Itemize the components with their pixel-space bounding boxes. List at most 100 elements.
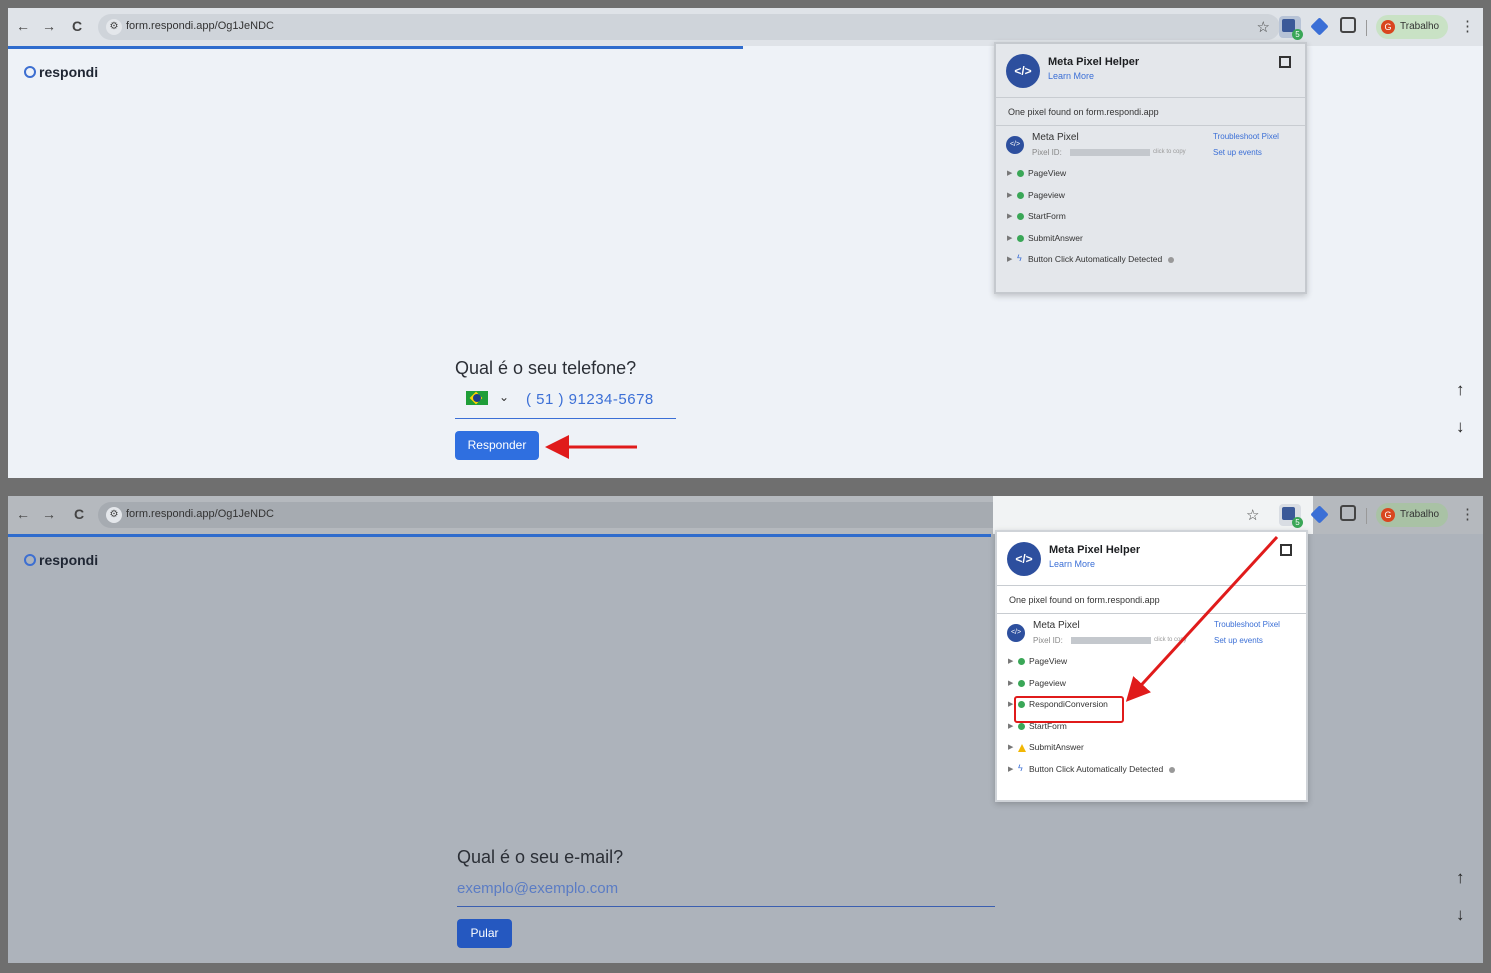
respondi-logo[interactable]: respondi (24, 552, 98, 568)
respondi-logo[interactable]: respondi (24, 64, 98, 80)
event-label: Pageview (1028, 189, 1065, 200)
bookmark-star-icon[interactable]: ☆ (1246, 506, 1259, 524)
forward-icon[interactable]: → (40, 506, 58, 522)
expand-triangle-icon[interactable]: ▶ (1008, 700, 1013, 708)
toolbar-divider (1366, 508, 1367, 524)
extension-icon[interactable] (1310, 505, 1329, 524)
expand-triangle-icon[interactable]: ▶ (1008, 765, 1013, 773)
profile-chip[interactable]: G Trabalho (1376, 15, 1448, 39)
arrow-up-icon[interactable]: ↑ (1456, 868, 1465, 888)
event-label: Button Click Automatically Detected (1028, 254, 1163, 264)
expand-triangle-icon[interactable]: ▶ (1008, 679, 1013, 687)
responder-button[interactable]: Responder (455, 431, 539, 460)
event-row[interactable]: ▶ Pageview (996, 186, 1305, 208)
screenshot-after: ← → C ⚙ form.respondi.app/Og1JeNDC ☆ 5 G… (8, 496, 1483, 963)
pixel-summary: </> Meta Pixel Pixel ID: click to copy T… (997, 614, 1306, 652)
expand-triangle-icon[interactable]: ▶ (1007, 255, 1012, 263)
event-label: SubmitAnswer (1028, 232, 1083, 243)
check-circle-icon (1017, 191, 1024, 199)
meta-pixel-icon: </> (1006, 136, 1024, 154)
troubleshoot-pixel-link[interactable]: Troubleshoot Pixel (1213, 132, 1279, 141)
event-label: PageView (1029, 656, 1068, 666)
event-row[interactable]: ▶ PageView (996, 164, 1305, 186)
troubleshoot-pixel-link[interactable]: Troubleshoot Pixel (1214, 620, 1280, 629)
lightning-icon: ϟ (1018, 762, 1023, 773)
expand-triangle-icon[interactable]: ▶ (1007, 212, 1012, 220)
avatar: G (1381, 508, 1395, 522)
brazil-flag-icon[interactable] (466, 391, 488, 405)
expand-triangle-icon[interactable]: ▶ (1007, 169, 1012, 177)
open-external-icon[interactable] (1280, 544, 1292, 556)
reload-icon[interactable]: C (70, 506, 88, 522)
back-icon[interactable]: ← (14, 506, 32, 522)
set-up-events-link[interactable]: Set up events (1214, 636, 1263, 645)
phone-input[interactable]: ( 51 ) 91234-5678 (526, 391, 654, 408)
arrow-up-icon[interactable]: ↑ (1456, 380, 1465, 400)
profile-name: Trabalho (1400, 21, 1440, 32)
back-icon[interactable]: ← (14, 18, 32, 34)
expand-triangle-icon[interactable]: ▶ (1008, 722, 1013, 730)
toolbar-divider (1366, 20, 1367, 36)
event-row[interactable]: ▶ SubmitAnswer (997, 738, 1306, 760)
click-to-copy[interactable]: click to copy (1153, 149, 1186, 155)
expand-triangle-icon[interactable]: ▶ (1007, 234, 1012, 242)
learn-more-link[interactable]: Learn More (1048, 71, 1094, 81)
learn-more-link[interactable]: Learn More (1049, 559, 1095, 569)
pixel-helper-popup: </> Meta Pixel Helper Learn More One pix… (994, 42, 1307, 294)
open-external-icon[interactable] (1279, 56, 1291, 68)
info-icon[interactable] (1168, 257, 1174, 263)
event-row[interactable]: ▶ PageView (997, 652, 1306, 674)
pixel-id-redacted (1070, 149, 1150, 156)
meta-pixel-icon: </> (1007, 624, 1025, 642)
arrow-down-icon[interactable]: ↓ (1456, 905, 1465, 925)
email-underline (457, 906, 995, 907)
click-to-copy[interactable]: click to copy (1154, 637, 1187, 643)
site-info-icon[interactable]: ⚙ (106, 19, 122, 35)
event-row[interactable]: ▶ ϟ Button Click Automatically Detected (996, 250, 1305, 272)
address-bar[interactable]: ⚙ form.respondi.app/Og1JeNDC ☆ (98, 14, 1280, 40)
extension-icon[interactable] (1310, 17, 1329, 36)
extensions-puzzle-icon[interactable] (1340, 17, 1356, 33)
pixel-found-text: One pixel found on form.respondi.app (997, 586, 1306, 614)
event-label: Pageview (1029, 677, 1066, 688)
logo-text: respondi (39, 64, 99, 80)
toolbar-highlight (993, 496, 1313, 534)
browser-toolbar: ← → C ⚙ form.respondi.app/Og1JeNDC ☆ 5 G… (8, 8, 1483, 46)
pular-button[interactable]: Pular (457, 919, 512, 948)
chevron-down-icon[interactable]: ⌄ (499, 390, 509, 404)
extension-badge: 5 (1292, 517, 1303, 528)
pixel-helper-popup: </> Meta Pixel Helper Learn More One pix… (995, 530, 1308, 802)
event-row[interactable]: ▶ Pageview (997, 674, 1306, 696)
bookmark-star-icon[interactable]: ☆ (1257, 18, 1270, 36)
profile-chip[interactable]: G Trabalho (1376, 503, 1448, 527)
expand-triangle-icon[interactable]: ▶ (1008, 657, 1013, 665)
event-label: StartForm (1028, 211, 1066, 221)
extensions-puzzle-icon[interactable] (1340, 505, 1356, 521)
lightning-icon: ϟ (1017, 253, 1022, 263)
meta-pixel-helper-extension-icon[interactable]: 5 (1279, 504, 1303, 528)
pixel-found-text: One pixel found on form.respondi.app (996, 98, 1305, 126)
pixel-id-label: Pixel ID: (1033, 636, 1063, 645)
reload-icon[interactable]: C (68, 18, 86, 34)
event-row[interactable]: ▶ ϟ Button Click Automatically Detected (997, 760, 1306, 782)
arrow-down-icon[interactable]: ↓ (1456, 417, 1465, 437)
pixel-id-redacted (1071, 637, 1151, 644)
expand-triangle-icon[interactable]: ▶ (1008, 743, 1013, 751)
event-label: PageView (1028, 168, 1067, 178)
info-icon[interactable] (1169, 766, 1175, 773)
check-circle-icon (1017, 234, 1024, 242)
browser-menu-icon[interactable]: ⋮ (1460, 505, 1475, 523)
event-row[interactable]: ▶ SubmitAnswer (996, 229, 1305, 251)
pixel-helper-logo-icon: </> (1007, 542, 1041, 576)
forward-icon[interactable]: → (40, 18, 58, 34)
email-input[interactable]: exemplo@exemplo.com (457, 880, 618, 897)
url-text: form.respondi.app/Og1JeNDC (126, 508, 274, 520)
screenshot-before: ← → C ⚙ form.respondi.app/Og1JeNDC ☆ 5 G… (8, 8, 1483, 478)
event-row[interactable]: ▶ StartForm (996, 207, 1305, 229)
profile-name: Trabalho (1400, 509, 1440, 520)
browser-menu-icon[interactable]: ⋮ (1460, 17, 1475, 35)
meta-pixel-helper-extension-icon[interactable]: 5 (1279, 16, 1303, 40)
expand-triangle-icon[interactable]: ▶ (1007, 191, 1012, 199)
site-info-icon[interactable]: ⚙ (106, 507, 122, 523)
set-up-events-link[interactable]: Set up events (1213, 148, 1262, 157)
